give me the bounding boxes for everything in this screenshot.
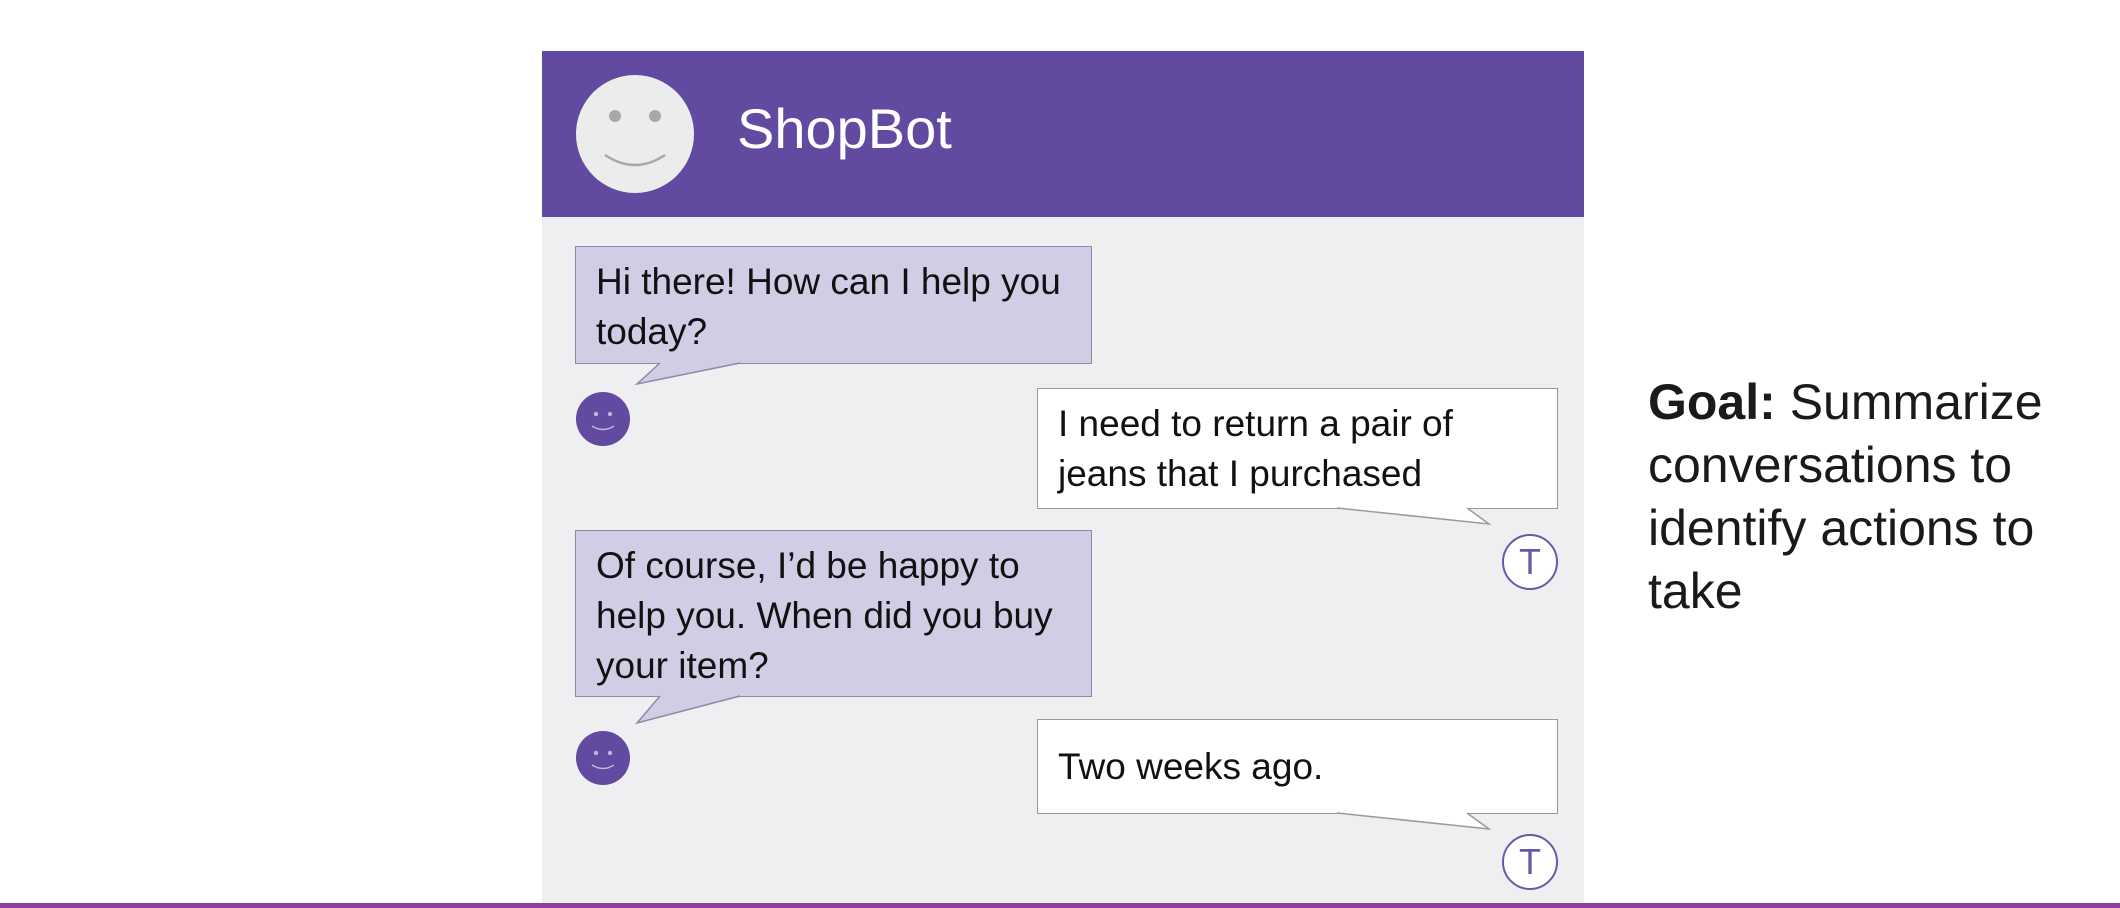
goal-text: Goal: Summarize conversations to identif…: [1648, 371, 2098, 623]
bot-message-bubble: Of course, I’d be happy to help you. Whe…: [575, 530, 1092, 697]
bot-message-avatar-icon: [576, 731, 630, 785]
bot-message-avatar-icon: [576, 392, 630, 446]
user-message-bubble: Two weeks ago.: [1037, 719, 1558, 814]
user-message-bubble: I need to return a pair of jeans that I …: [1037, 388, 1558, 509]
goal-label: Goal:: [1648, 374, 1776, 430]
bot-message-bubble: Hi there! How can I help you today?: [575, 246, 1092, 364]
bot-message-text: Of course, I’d be happy to help you. Whe…: [596, 545, 1053, 686]
chat-window: ShopBot Hi there! How can I help you tod…: [542, 51, 1584, 903]
user-message-text: I need to return a pair of jeans that I …: [1058, 403, 1453, 494]
user-avatar: T: [1502, 534, 1558, 590]
user-message-text: Two weeks ago.: [1058, 746, 1324, 787]
chat-header: ShopBot: [542, 51, 1584, 217]
bot-avatar-icon: [576, 75, 694, 193]
bot-message-text: Hi there! How can I help you today?: [596, 261, 1061, 352]
user-avatar: T: [1502, 834, 1558, 890]
bottom-accent-bar: [0, 903, 2120, 908]
bot-name: ShopBot: [737, 97, 952, 160]
